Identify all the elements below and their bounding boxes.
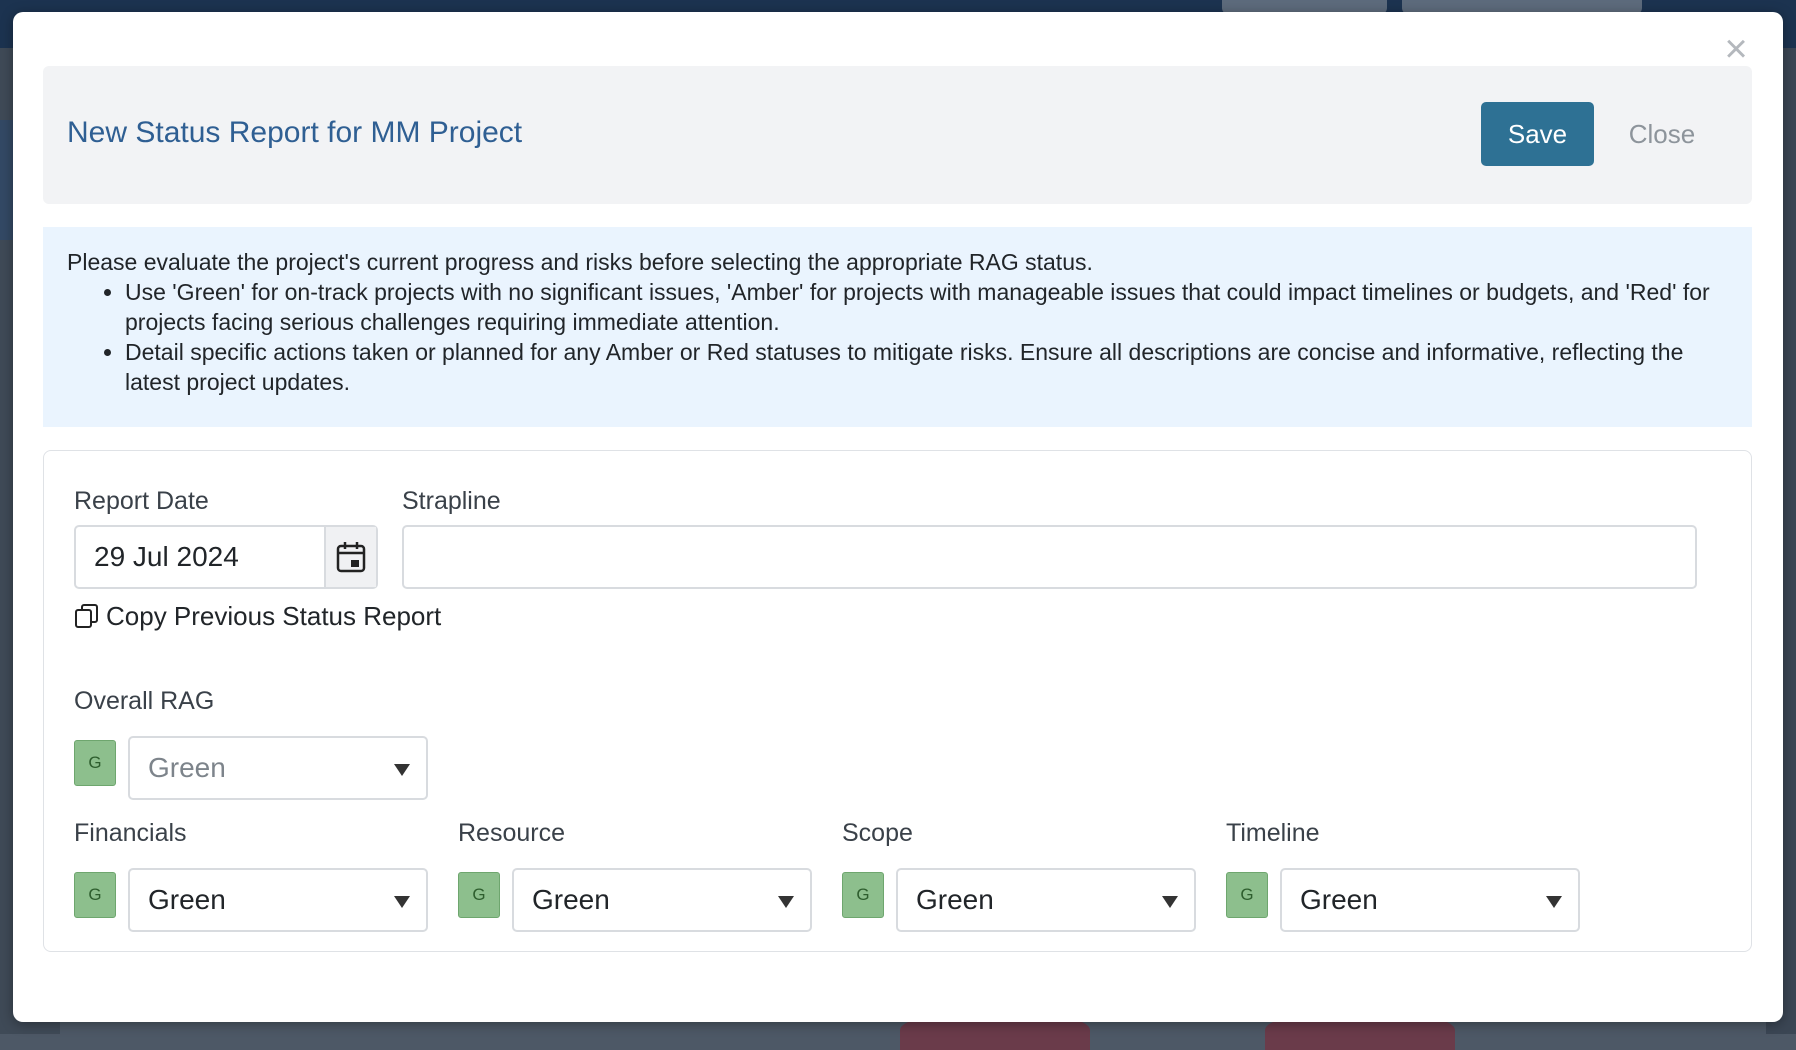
chevron-down-icon	[778, 896, 794, 908]
report-date-label: Report Date	[74, 487, 209, 515]
calendar-icon	[336, 542, 366, 573]
save-button[interactable]: Save	[1481, 102, 1594, 166]
guidance-panel: Please evaluate the project's current pr…	[43, 227, 1752, 427]
overall-rag-badge: G	[74, 740, 116, 786]
report-date-input[interactable]	[76, 527, 324, 587]
timeline-label: Timeline	[1226, 819, 1320, 847]
calendar-button[interactable]	[324, 527, 376, 587]
guidance-intro: Please evaluate the project's current pr…	[67, 249, 1093, 275]
resource-label: Resource	[458, 819, 565, 847]
status-report-form: Report Date Strapline Copy Previous Stat…	[43, 450, 1752, 952]
close-icon[interactable]: ×	[1719, 29, 1753, 69]
resource-value: Green	[532, 884, 610, 915]
scope-value: Green	[916, 884, 994, 915]
strapline-textarea[interactable]	[402, 525, 1697, 589]
financials-rag-badge: G	[74, 872, 116, 918]
overall-rag-label: Overall RAG	[74, 687, 215, 715]
chevron-down-icon	[394, 764, 410, 776]
overall-rag-value: Green	[148, 752, 226, 783]
modal-header: New Status Report for MM Project Save Cl…	[43, 66, 1752, 204]
chevron-down-icon	[394, 896, 410, 908]
copy-icon	[75, 604, 98, 628]
chevron-down-icon	[1162, 896, 1178, 908]
financials-label: Financials	[74, 819, 187, 847]
financials-select[interactable]: Green	[128, 868, 428, 932]
guidance-bullet: Detail specific actions taken or planned…	[125, 337, 1728, 397]
overall-rag-select: Green	[128, 736, 428, 800]
status-report-modal: × New Status Report for MM Project Save …	[13, 12, 1783, 1022]
scope-rag-badge: G	[842, 872, 884, 918]
resource-rag-badge: G	[458, 872, 500, 918]
scope-select[interactable]: Green	[896, 868, 1196, 932]
timeline-select[interactable]: Green	[1280, 868, 1580, 932]
copy-previous-report-link[interactable]: Copy Previous Status Report	[74, 598, 441, 634]
chevron-down-icon	[1546, 896, 1562, 908]
close-button[interactable]: Close	[1612, 102, 1712, 166]
timeline-rag-badge: G	[1226, 872, 1268, 918]
strapline-label: Strapline	[402, 487, 501, 515]
timeline-value: Green	[1300, 884, 1378, 915]
report-date-picker	[74, 525, 378, 589]
guidance-list: Use 'Green' for on-track projects with n…	[67, 277, 1728, 397]
guidance-bullet: Use 'Green' for on-track projects with n…	[125, 277, 1728, 337]
scope-label: Scope	[842, 819, 913, 847]
copy-previous-label: Copy Previous Status Report	[106, 600, 442, 631]
financials-value: Green	[148, 884, 226, 915]
resource-select[interactable]: Green	[512, 868, 812, 932]
modal-title: New Status Report for MM Project	[67, 116, 523, 149]
